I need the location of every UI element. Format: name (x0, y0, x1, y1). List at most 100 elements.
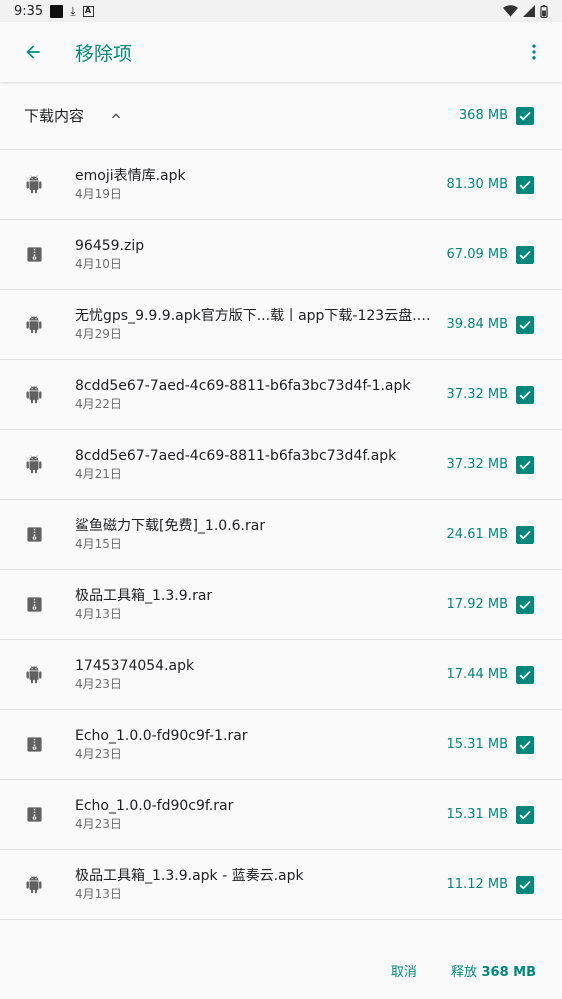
section-total-size: 368 MB (458, 108, 508, 123)
free-label: 释放 (450, 964, 477, 980)
file-info: Echo_1.0.0-fd90c9f.rar 4月23日 (75, 797, 437, 833)
file-date: 4月13日 (75, 606, 122, 621)
file-size: 37.32 MB (446, 457, 508, 472)
file-size: 17.92 MB (446, 597, 508, 612)
check-icon (519, 250, 531, 259)
battery-icon (540, 4, 548, 18)
section-title: 下载内容 (24, 107, 85, 125)
file-size: 37.32 MB (446, 387, 508, 402)
footer-actions: 取消 释放 368 MB (0, 940, 562, 999)
file-date: 4月15日 (75, 536, 122, 551)
check-icon (519, 530, 531, 539)
file-row[interactable]: 8cdd5e67-7aed-4c69-8811-b6fa3bc73d4f.apk… (0, 430, 562, 500)
file-date: 4月23日 (75, 676, 122, 691)
file-size: 24.61 MB (446, 527, 508, 542)
file-row[interactable]: 1745374054.apk 4月23日 17.44 MB (0, 640, 562, 710)
select-all-checkbox[interactable] (516, 106, 534, 125)
more-options-button[interactable] (506, 22, 562, 82)
file-date: 4月21日 (75, 466, 122, 481)
check-icon (519, 810, 531, 819)
check-icon (519, 600, 531, 609)
file-checkbox[interactable] (516, 385, 534, 404)
collapse-section-button[interactable] (106, 106, 126, 126)
file-size: 39.84 MB (446, 317, 508, 332)
zip-icon (24, 805, 44, 825)
file-row[interactable]: 极品工具箱_1.3.9.apk - 蓝奏云.apk 4月13日 11.12 MB (0, 850, 562, 920)
cancel-button[interactable]: 取消 (381, 953, 427, 988)
file-name: 鲨鱼磁力下载[免费]_1.0.6.rar (75, 517, 266, 534)
file-checkbox[interactable] (516, 245, 534, 264)
check-icon (519, 740, 531, 749)
file-date: 4月22日 (75, 396, 122, 411)
file-name: 8cdd5e67-7aed-4c69-8811-b6fa3bc73d4f-1.a… (75, 377, 411, 394)
check-icon (519, 320, 531, 329)
zip-icon (24, 525, 44, 545)
android-icon (24, 874, 44, 895)
file-info: 极品工具箱_1.3.9.apk - 蓝奏云.apk 4月13日 (75, 867, 437, 903)
file-info: 1745374054.apk 4月23日 (75, 657, 437, 693)
file-row[interactable]: Echo_1.0.0-fd90c9f.rar 4月23日 15.31 MB (0, 780, 562, 850)
status-time: 9:35 (14, 3, 44, 19)
file-name: 1745374054.apk (75, 657, 195, 674)
android-icon (24, 174, 44, 195)
file-name: 极品工具箱_1.3.9.apk - 蓝奏云.apk (75, 867, 304, 884)
file-row[interactable]: 96459.zip 4月10日 67.09 MB (0, 220, 562, 290)
wifi-icon (503, 5, 518, 17)
check-icon (519, 180, 531, 189)
status-bar: 9:35 ⤓ A (0, 0, 562, 22)
file-date: 4月19日 (75, 186, 122, 201)
file-checkbox[interactable] (516, 875, 534, 894)
file-info: emoji表情库.apk 4月19日 (75, 167, 437, 203)
free-space-button[interactable]: 释放 368 MB (441, 953, 546, 988)
file-row[interactable]: 鲨鱼磁力下载[免费]_1.0.6.rar 4月15日 24.61 MB (0, 500, 562, 570)
file-date: 4月23日 (75, 746, 122, 761)
file-size: 67.09 MB (446, 247, 508, 262)
check-icon (519, 880, 531, 889)
file-row[interactable]: 极品工具箱_1.3.9.rar 4月13日 17.92 MB (0, 570, 562, 640)
android-icon (24, 454, 44, 475)
check-icon (519, 670, 531, 679)
file-date: 4月13日 (75, 886, 122, 901)
chevron-up-icon (112, 112, 121, 118)
back-button[interactable] (0, 22, 66, 82)
file-checkbox[interactable] (516, 315, 534, 334)
file-row[interactable]: emoji表情库.apk 4月19日 81.30 MB (0, 150, 562, 220)
file-checkbox[interactable] (516, 455, 534, 474)
more-vert-icon (532, 44, 536, 60)
android-icon (24, 314, 44, 335)
downloads-section-header: 下载内容 368 MB (0, 82, 562, 150)
file-info: 8cdd5e67-7aed-4c69-8811-b6fa3bc73d4f.apk… (75, 447, 437, 483)
file-info: Echo_1.0.0-fd90c9f-1.rar 4月23日 (75, 727, 437, 763)
page-title: 移除项 (75, 42, 133, 65)
check-icon (519, 390, 531, 399)
file-checkbox[interactable] (516, 735, 534, 754)
file-info: 鲨鱼磁力下载[免费]_1.0.6.rar 4月15日 (75, 517, 437, 553)
file-date: 4月29日 (75, 326, 122, 341)
zip-icon (24, 245, 44, 265)
file-checkbox[interactable] (516, 665, 534, 684)
file-name: 96459.zip (75, 237, 145, 254)
file-info: 无忧gps_9.9.9.apk官方版下...载丨app下载-123云盘.apk 4… (75, 307, 437, 343)
check-icon (519, 111, 531, 120)
file-date: 4月23日 (75, 816, 122, 831)
file-size: 15.31 MB (446, 807, 508, 822)
signal-icon (523, 5, 535, 17)
file-checkbox[interactable] (516, 175, 534, 194)
file-size: 17.44 MB (446, 667, 508, 682)
download-notification-icon: ⤓ (70, 4, 76, 18)
file-checkbox[interactable] (516, 595, 534, 614)
file-info: 96459.zip 4月10日 (75, 237, 437, 273)
file-row[interactable]: 无忧gps_9.9.9.apk官方版下...载丨app下载-123云盘.apk 4… (0, 290, 562, 360)
app-bar: 移除项 (0, 22, 562, 82)
free-size: 368 MB (481, 964, 536, 980)
zip-icon (24, 595, 44, 615)
file-list: emoji表情库.apk 4月19日 81.30 MB 96459.zip 4月10日 6… (0, 150, 562, 920)
zip-icon (24, 735, 44, 755)
file-checkbox[interactable] (516, 805, 534, 824)
a-notification-icon: A (82, 5, 94, 17)
arrow-back-icon (26, 45, 40, 59)
file-row[interactable]: Echo_1.0.0-fd90c9f-1.rar 4月23日 15.31 MB (0, 710, 562, 780)
file-name: emoji表情库.apk (75, 167, 186, 184)
file-row[interactable]: 8cdd5e67-7aed-4c69-8811-b6fa3bc73d4f-1.a… (0, 360, 562, 430)
file-checkbox[interactable] (516, 525, 534, 544)
